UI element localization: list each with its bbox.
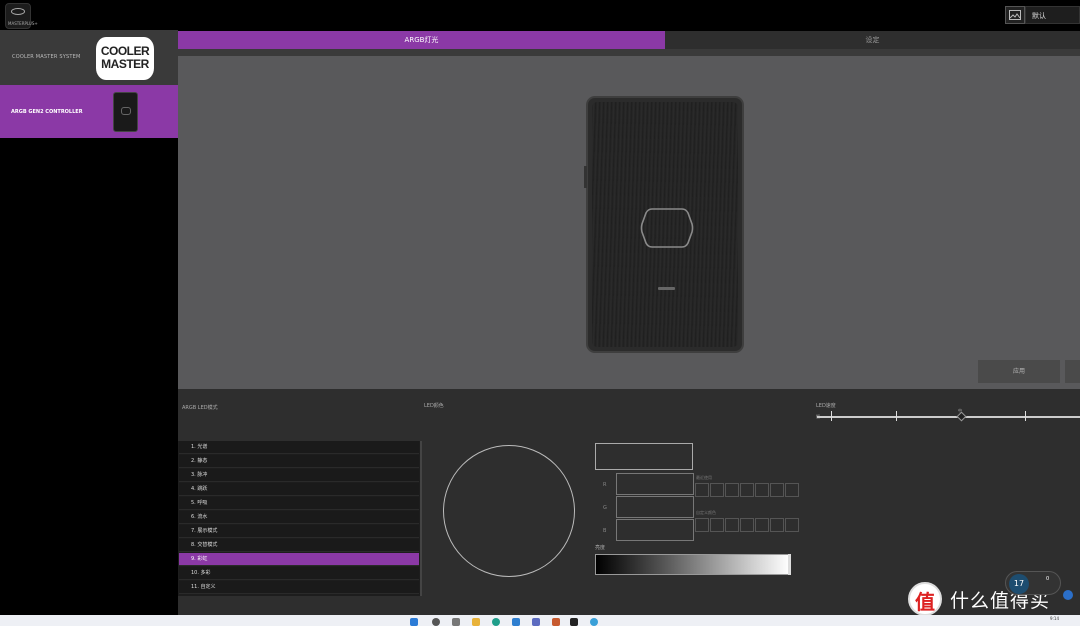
controller-device-image bbox=[584, 96, 744, 353]
store-icon[interactable] bbox=[512, 618, 520, 626]
watermark-logo-icon: 值 bbox=[908, 582, 942, 616]
brand-line-1: COOLER bbox=[100, 44, 150, 58]
rgb-r-input[interactable] bbox=[616, 473, 694, 495]
taskbar: 9:14 bbox=[0, 615, 1080, 626]
mode-item[interactable]: 10. 多彩 bbox=[179, 567, 419, 580]
mode-item[interactable]: 6. 流水 bbox=[179, 511, 419, 524]
widget-status-dot bbox=[1063, 590, 1073, 600]
device-side-port bbox=[584, 166, 587, 188]
masterplus-taskbar-icon[interactable] bbox=[570, 618, 578, 626]
color-swatch[interactable] bbox=[770, 483, 784, 497]
speed-slider-track[interactable] bbox=[817, 416, 1080, 418]
brightness-slider-thumb[interactable] bbox=[788, 554, 791, 575]
profile-select[interactable]: 默认 bbox=[1025, 6, 1080, 24]
app-icon[interactable] bbox=[532, 618, 540, 626]
rgb-g-label: G bbox=[603, 505, 607, 511]
title-bar: MASTERPLUS+ 默认 bbox=[0, 0, 1080, 30]
device-led-indicator bbox=[658, 287, 675, 290]
secondary-button[interactable] bbox=[1065, 360, 1080, 383]
hex-logo-icon bbox=[121, 107, 131, 115]
mode-item[interactable]: 11. 自定义 bbox=[179, 581, 419, 594]
color-swatch[interactable] bbox=[725, 518, 739, 532]
tab-argb-lighting[interactable]: ARGB灯光 bbox=[178, 31, 665, 49]
task-view-icon[interactable] bbox=[452, 618, 460, 626]
led-mode-list: 1. 光谱 2. 静态 3. 脉冲 4. 跳跃 5. 呼吸 6. 流水 7. 展示模式 8. … bbox=[178, 441, 420, 596]
search-icon[interactable] bbox=[432, 618, 440, 626]
sidebar-item-system[interactable]: COOLER MASTER SYSTEM COOLER MASTER bbox=[0, 30, 178, 85]
speed-tick bbox=[1025, 411, 1026, 421]
cpu-usage-widget[interactable]: 17 0 bbox=[1005, 571, 1061, 595]
mode-item[interactable]: 3. 脉冲 bbox=[179, 469, 419, 482]
cooler-master-hex-icon bbox=[640, 208, 694, 248]
color-swatch[interactable] bbox=[755, 483, 769, 497]
sidebar-system-label: COOLER MASTER SYSTEM bbox=[12, 54, 81, 60]
speed-tick bbox=[831, 411, 832, 421]
app-window: MASTERPLUS+ 默认 COOLER MASTER SYSTEM COOL… bbox=[0, 0, 1080, 626]
mode-item[interactable]: 1. 光谱 bbox=[179, 441, 419, 454]
app-icon[interactable] bbox=[552, 618, 560, 626]
color-swatch[interactable] bbox=[710, 483, 724, 497]
color-swatch[interactable] bbox=[740, 518, 754, 532]
watermark-glyph: 值 bbox=[915, 590, 935, 614]
speed-tick bbox=[896, 411, 897, 421]
cooler-master-logo: COOLER MASTER bbox=[96, 37, 154, 80]
rgb-b-input[interactable] bbox=[616, 519, 694, 541]
color-swatch[interactable] bbox=[755, 518, 769, 532]
mode-list-scrollbar[interactable] bbox=[420, 441, 422, 596]
color-swatch[interactable] bbox=[710, 518, 724, 532]
color-swatch[interactable] bbox=[740, 483, 754, 497]
mode-item[interactable]: 8. 交替模式 bbox=[179, 539, 419, 552]
sidebar: COOLER MASTER SYSTEM COOLER MASTER ARGB … bbox=[0, 30, 178, 615]
custom-colors-label: 自定义颜色 bbox=[696, 510, 716, 515]
device-preview: 应用 bbox=[178, 56, 1080, 389]
mode-item[interactable]: 7. 展示模式 bbox=[179, 525, 419, 538]
led-color-label: LED颜色 bbox=[424, 403, 444, 409]
mode-item[interactable]: 9. 彩虹 bbox=[179, 553, 419, 566]
tab-settings[interactable]: 设定 bbox=[665, 31, 1080, 49]
rgb-b-label: B bbox=[603, 528, 607, 534]
color-swatch[interactable] bbox=[770, 518, 784, 532]
apply-button[interactable]: 应用 bbox=[978, 360, 1060, 383]
image-icon bbox=[1009, 10, 1021, 20]
brightness-label: 亮度 bbox=[595, 545, 606, 551]
start-icon[interactable] bbox=[410, 618, 418, 626]
color-wheel[interactable] bbox=[443, 445, 575, 577]
mode-item[interactable]: 2. 静态 bbox=[179, 455, 419, 468]
led-speed-label: LED速度 bbox=[816, 403, 836, 409]
led-mode-label: ARGB LED模式 bbox=[182, 405, 218, 411]
profile-image-button[interactable] bbox=[1005, 6, 1025, 24]
hex-color-input[interactable] bbox=[595, 443, 693, 470]
color-swatch[interactable] bbox=[785, 483, 799, 497]
sidebar-device-label: ARGB GEN2 CONTROLLER bbox=[11, 109, 83, 115]
app-logo-text: MASTERPLUS+ bbox=[8, 21, 38, 26]
device-thumbnail bbox=[113, 92, 138, 132]
brightness-slider[interactable] bbox=[595, 554, 791, 575]
tab-divider bbox=[178, 49, 1080, 56]
rgb-g-input[interactable] bbox=[616, 496, 694, 518]
cpu-usage-value: 17 bbox=[1009, 574, 1029, 594]
rgb-r-label: R bbox=[603, 482, 607, 488]
mode-item[interactable]: 4. 跳跃 bbox=[179, 483, 419, 496]
app-logo[interactable]: MASTERPLUS+ bbox=[5, 3, 38, 29]
file-explorer-icon[interactable] bbox=[472, 618, 480, 626]
color-swatch[interactable] bbox=[725, 483, 739, 497]
app-logo-disk-icon bbox=[11, 8, 25, 15]
speed-slider-thumb[interactable] bbox=[956, 411, 967, 422]
app-icon[interactable] bbox=[590, 618, 598, 626]
clock-time: 9:14 bbox=[1050, 616, 1059, 621]
edge-icon[interactable] bbox=[492, 618, 500, 626]
mode-item[interactable]: 5. 呼吸 bbox=[179, 497, 419, 510]
color-swatch[interactable] bbox=[695, 483, 709, 497]
brand-line-2: MASTER bbox=[101, 57, 149, 71]
recent-colors-label: 最近使用 bbox=[696, 475, 712, 480]
sidebar-item-argb-controller[interactable]: ARGB GEN2 CONTROLLER bbox=[0, 85, 178, 138]
color-swatch[interactable] bbox=[695, 518, 709, 532]
network-value: 0 bbox=[1046, 576, 1050, 582]
color-swatch[interactable] bbox=[785, 518, 799, 532]
